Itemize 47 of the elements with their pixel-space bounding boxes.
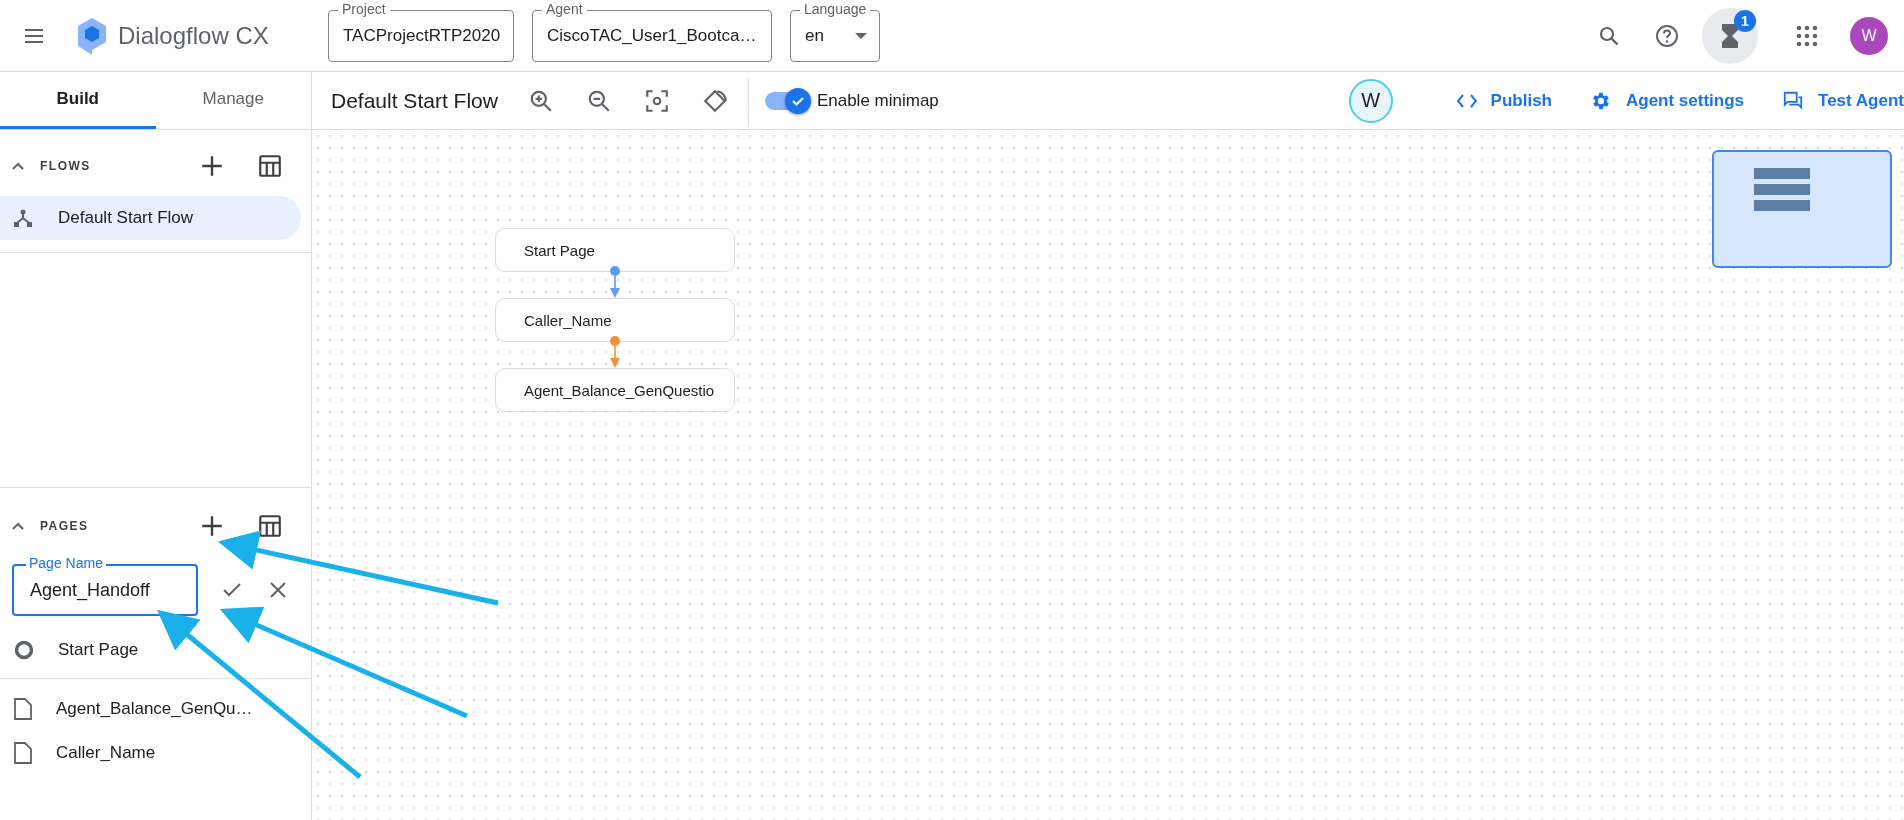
table-icon[interactable] bbox=[257, 513, 283, 539]
page-node[interactable]: Start Page bbox=[495, 228, 735, 272]
flow-item[interactable]: Default Start Flow bbox=[0, 196, 301, 240]
collapse-icon[interactable] bbox=[12, 522, 24, 530]
section-title: FLOWS bbox=[40, 159, 92, 173]
collapse-icon[interactable] bbox=[12, 162, 24, 170]
toggle-label: Enable minimap bbox=[816, 90, 939, 111]
page-item[interactable]: Agent_Balance_GenQu… bbox=[0, 687, 311, 731]
dropdown-caret-icon bbox=[855, 32, 867, 39]
selector-value: TACProjectRTP2020 bbox=[343, 25, 501, 46]
file-icon bbox=[14, 698, 32, 720]
selector-value: CiscoTAC_User1_Bootca… bbox=[547, 25, 757, 46]
flow-icon bbox=[14, 209, 32, 227]
collaborator-avatar: W bbox=[1348, 78, 1393, 123]
minimap[interactable] bbox=[1712, 150, 1892, 268]
user-avatar[interactable]: W bbox=[1850, 16, 1888, 55]
minimap-nodes-drawing bbox=[1754, 168, 1810, 211]
apps-icon[interactable] bbox=[1795, 23, 1819, 48]
page-node[interactable]: Agent_Balance_GenQuestio bbox=[495, 368, 735, 412]
selector-label: Project bbox=[338, 0, 390, 18]
hourglass-icon bbox=[1721, 23, 1739, 48]
table-icon[interactable] bbox=[257, 153, 283, 179]
field-label: Page Name bbox=[26, 555, 106, 572]
chat-icon bbox=[1782, 89, 1805, 112]
app-title: Dialogflow CX bbox=[118, 21, 270, 50]
fit-view-icon[interactable] bbox=[643, 87, 670, 114]
help-icon[interactable] bbox=[1655, 23, 1679, 48]
page-item[interactable]: Start Page bbox=[0, 622, 311, 679]
section-title: PAGES bbox=[40, 519, 90, 533]
activity-button[interactable]: 1 bbox=[1702, 7, 1758, 64]
code-icon bbox=[1456, 93, 1477, 108]
notification-badge: 1 bbox=[1734, 9, 1756, 32]
selector-value: en bbox=[805, 25, 825, 46]
logo-icon bbox=[76, 16, 108, 55]
file-icon bbox=[14, 742, 32, 764]
tab[interactable]: Build bbox=[0, 72, 156, 129]
add-icon[interactable] bbox=[199, 153, 225, 179]
flow-title: Default Start Flow bbox=[331, 88, 498, 113]
tab[interactable]: Manage bbox=[155, 72, 311, 129]
toolbar-action[interactable]: Publish bbox=[1456, 90, 1552, 111]
reset-view-icon[interactable] bbox=[701, 87, 728, 114]
page-item[interactable]: Caller_Name bbox=[0, 731, 311, 775]
toolbar-action[interactable]: Test Agent bbox=[1782, 89, 1904, 112]
toolbar-action[interactable]: Agent settings bbox=[1590, 89, 1745, 112]
add-icon[interactable] bbox=[199, 513, 225, 539]
ring-icon bbox=[14, 640, 34, 660]
page-node[interactable]: Caller_Name bbox=[495, 298, 735, 342]
